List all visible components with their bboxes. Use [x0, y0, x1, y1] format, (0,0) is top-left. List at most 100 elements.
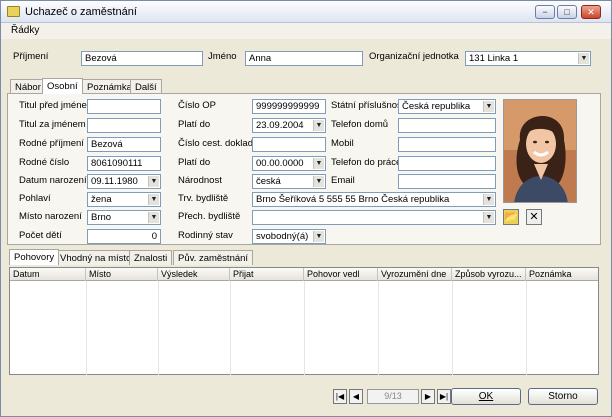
- menu-item-rows[interactable]: Řádky: [11, 25, 39, 36]
- chevron-down-icon[interactable]: ▼: [148, 212, 159, 223]
- ok-button-label: OK: [478, 391, 494, 402]
- column-divider: [86, 281, 87, 375]
- candidate-window: Uchazeč o zaměstnání − □ ✕ Řádky Příjmen…: [0, 0, 612, 417]
- phone-work-label: Telefon do práce: [331, 157, 402, 168]
- id-valid-value: 23.09.2004: [256, 120, 304, 131]
- column-divider: [158, 281, 159, 375]
- email-label: Email: [331, 175, 355, 186]
- marital-select[interactable]: svobodný(á) ▼: [252, 229, 326, 244]
- email-field[interactable]: [398, 174, 496, 189]
- marital-label: Rodinný stav: [178, 230, 233, 241]
- nationality-label: Národnost: [178, 175, 222, 186]
- children-label: Počet dětí: [19, 230, 62, 241]
- travel-valid-value: 00.00.0000: [256, 158, 304, 169]
- permanent-address-value: Brno Šeříková 5 555 55 Brno Česká republ…: [256, 194, 450, 205]
- birth-number-field[interactable]: 8061090111: [87, 156, 161, 171]
- title-after-field[interactable]: [87, 118, 161, 133]
- chevron-down-icon[interactable]: ▼: [148, 194, 159, 205]
- tab-dalsi[interactable]: Další: [130, 79, 162, 94]
- org-unit-label: Organizační jednotka: [369, 51, 459, 62]
- phone-home-label: Telefon domů: [331, 119, 389, 130]
- first-record-button[interactable]: |◀: [333, 389, 347, 404]
- chevron-down-icon[interactable]: ▼: [483, 212, 494, 223]
- id-valid-label: Platí do: [178, 119, 211, 130]
- column-header-poznamka[interactable]: Poznámka: [526, 268, 598, 281]
- title-bar: Uchazeč o zaměstnání − □ ✕: [1, 1, 611, 23]
- travel-doc-label: Číslo cest. dokladu: [178, 138, 259, 149]
- column-header-vyrozumeni-dne[interactable]: Vyrozumění dne: [378, 268, 452, 281]
- name-label: Jméno: [208, 51, 237, 62]
- title-after-label: Titul za jménem: [19, 119, 86, 130]
- portrait-image: [504, 100, 576, 202]
- chevron-down-icon[interactable]: ▼: [483, 101, 494, 112]
- permanent-address-label: Trv. bydliště: [178, 193, 229, 204]
- title-before-field[interactable]: [87, 99, 161, 114]
- id-valid-picker[interactable]: 23.09.2004 ▼: [252, 118, 326, 133]
- close-button[interactable]: ✕: [581, 5, 601, 19]
- travel-doc-field[interactable]: [252, 137, 326, 152]
- chevron-down-icon[interactable]: ▼: [313, 158, 324, 169]
- surname-label: Příjmení: [13, 51, 49, 62]
- title-before-label: Titul před jménem: [19, 100, 95, 111]
- chevron-down-icon[interactable]: ▼: [313, 176, 324, 187]
- chevron-down-icon[interactable]: ▼: [148, 176, 159, 187]
- id-number-field[interactable]: 999999999999: [252, 99, 326, 114]
- temp-address-label: Přech. bydliště: [178, 211, 241, 222]
- birth-surname-field[interactable]: Bezová: [87, 137, 161, 152]
- surname-field[interactable]: Bezová: [81, 51, 203, 66]
- open-folder-icon[interactable]: 📂: [503, 209, 519, 225]
- name-field[interactable]: Anna: [245, 51, 363, 66]
- maximize-button[interactable]: □: [557, 5, 577, 19]
- nationality-select[interactable]: česká ▼: [252, 174, 326, 189]
- chevron-down-icon[interactable]: ▼: [313, 231, 324, 242]
- marital-value: svobodný(á): [256, 231, 309, 242]
- tab-pohovory[interactable]: Pohovory: [9, 249, 60, 265]
- header-panel: Příjmení Bezová Jméno Anna Organizační j…: [5, 41, 607, 73]
- mobile-field[interactable]: [398, 137, 496, 152]
- citizenship-label: Státní příslušnost: [331, 100, 405, 111]
- chevron-down-icon[interactable]: ▼: [313, 120, 324, 131]
- gender-label: Pohlaví: [19, 193, 51, 204]
- tab-nabor[interactable]: Nábor: [10, 79, 46, 94]
- cancel-button[interactable]: Storno: [528, 388, 598, 405]
- tab-vhodny-na-misto[interactable]: Vhodný na místo: [55, 250, 137, 265]
- birth-date-value: 09.11.1980: [91, 176, 138, 187]
- next-record-button[interactable]: ▶: [421, 389, 435, 404]
- tab-poznamka[interactable]: Poznámka: [82, 79, 137, 94]
- ok-button[interactable]: OK: [451, 388, 521, 405]
- children-field[interactable]: 0: [87, 229, 161, 244]
- column-header-pohovor-vedl[interactable]: Pohovor vedl: [304, 268, 378, 281]
- gender-select[interactable]: žena ▼: [87, 192, 161, 207]
- prev-record-button[interactable]: ◀: [349, 389, 363, 404]
- temp-address-select[interactable]: ▼: [252, 210, 496, 225]
- column-divider: [526, 281, 527, 375]
- last-record-button[interactable]: ▶|: [437, 389, 451, 404]
- phone-home-field[interactable]: [398, 118, 496, 133]
- travel-valid-picker[interactable]: 00.00.0000 ▼: [252, 156, 326, 171]
- column-header-prijat[interactable]: Přijat: [230, 268, 304, 281]
- birth-date-label: Datum narození: [19, 175, 87, 186]
- column-header-vysledek[interactable]: Výsledek: [158, 268, 230, 281]
- bottom-tabs: Pohovory Vhodný na místo Znalosti Pův. z…: [9, 249, 254, 265]
- minimize-button[interactable]: −: [535, 5, 555, 19]
- tab-znalosti[interactable]: Znalosti: [129, 250, 173, 265]
- column-divider: [230, 281, 231, 375]
- delete-photo-icon[interactable]: ✕: [526, 209, 542, 225]
- org-unit-select[interactable]: 131 Linka 1 ▼: [465, 51, 591, 66]
- birth-place-select[interactable]: Brno ▼: [87, 210, 161, 225]
- phone-work-field[interactable]: [398, 156, 496, 171]
- column-header-misto[interactable]: Místo: [86, 268, 158, 281]
- tab-osobni[interactable]: Osobní: [42, 78, 83, 94]
- chevron-down-icon[interactable]: ▼: [578, 53, 589, 64]
- column-header-zpusob-vyrozumeni[interactable]: Způsob vyrozu...: [452, 268, 526, 281]
- column-header-datum[interactable]: Datum: [10, 268, 86, 281]
- birth-surname-label: Rodné příjmení: [19, 138, 84, 149]
- citizenship-select[interactable]: Česká republika ▼: [398, 99, 496, 114]
- birth-date-picker[interactable]: 09.11.1980 ▼: [87, 174, 161, 189]
- chevron-down-icon[interactable]: ▼: [483, 194, 494, 205]
- interviews-table[interactable]: Datum Místo Výsledek Přijat Pohovor vedl…: [9, 267, 599, 375]
- permanent-address-select[interactable]: Brno Šeříková 5 555 55 Brno Česká republ…: [252, 192, 496, 207]
- table-header: Datum Místo Výsledek Přijat Pohovor vedl…: [10, 268, 598, 281]
- gender-value: žena: [91, 194, 112, 205]
- tab-puv-zamestnani[interactable]: Pův. zaměstnání: [173, 250, 254, 265]
